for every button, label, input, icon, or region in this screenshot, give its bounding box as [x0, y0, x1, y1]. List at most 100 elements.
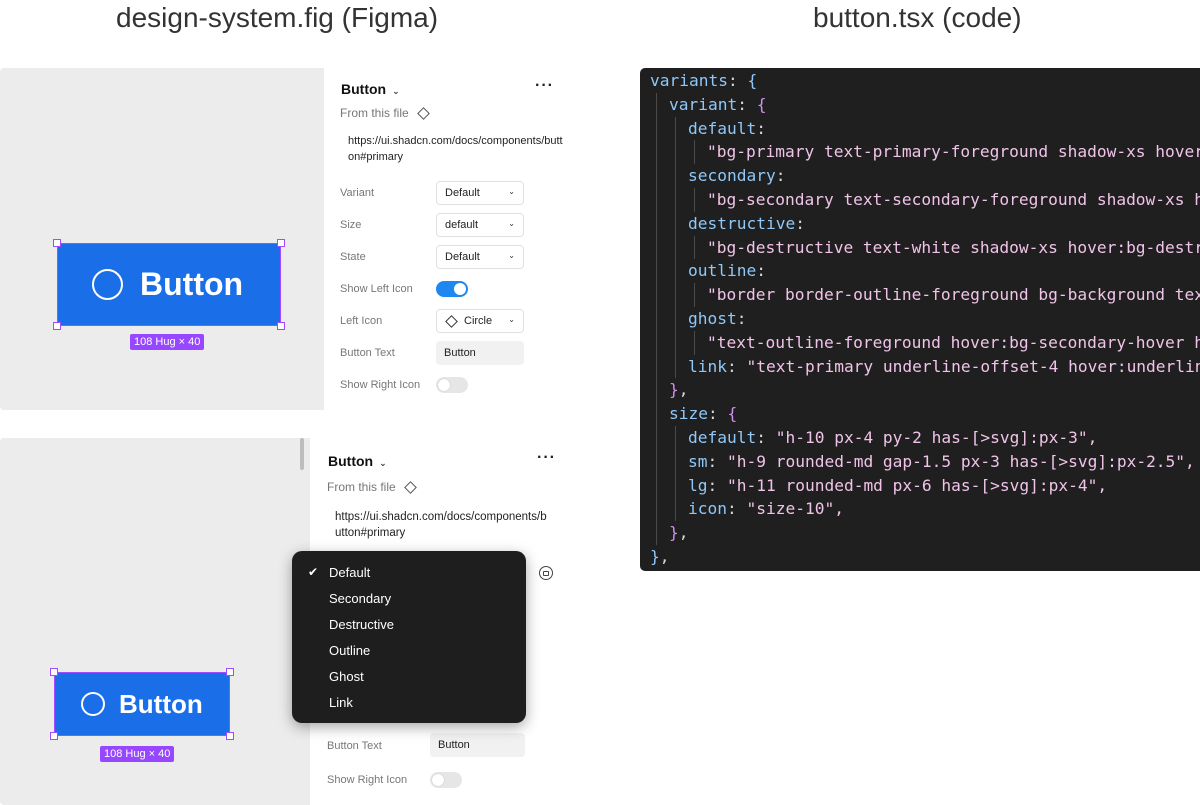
prop-label-button-text: Button Text — [327, 740, 382, 752]
code-key: destructive — [688, 213, 796, 233]
indent-guide — [675, 116, 676, 379]
code-key: sm — [688, 451, 708, 471]
canvas-button[interactable]: Button — [54, 672, 230, 736]
chevron-down-icon: ⌄ — [508, 251, 515, 260]
code-punct: : — [756, 261, 766, 281]
code-line: "bg-secondary text-secondary-foreground … — [707, 188, 1200, 212]
resize-handle[interactable] — [53, 239, 61, 247]
code-line: default: — [688, 117, 766, 141]
resize-handle[interactable] — [50, 668, 58, 676]
show-right-icon-toggle[interactable] — [436, 377, 468, 393]
code-key: size — [669, 404, 708, 424]
figma-heading: design-system.fig (Figma) — [116, 2, 439, 33]
left-icon-dropdown[interactable]: Circle ⌄ — [436, 309, 524, 333]
prop-label-state: State — [340, 251, 366, 263]
resize-handle[interactable] — [277, 322, 285, 330]
code-line: default: "h-10 px-4 py-2 has-[>svg]:px-3… — [688, 426, 1097, 450]
indent-guide — [694, 235, 695, 260]
properties-panel-top: Button ⌄ ··· From this file https://ui.sh… — [324, 68, 570, 410]
check-icon: ✔ — [308, 565, 319, 579]
dimension-tag: 108 Hug × 40 — [100, 746, 175, 762]
figma-canvas-top[interactable]: Button 108 Hug × 40 — [0, 68, 324, 410]
indent-guide — [675, 426, 676, 522]
figma-canvas-bottom[interactable]: Button 108 Hug × 40 — [0, 438, 310, 805]
dimension-tag: 108 Hug × 40 — [130, 334, 205, 350]
code-key: ghost — [688, 309, 737, 328]
resize-handle[interactable] — [226, 732, 234, 740]
code-editor[interactable]: variants: {variant: {default: "bg-primary… — [640, 68, 1200, 571]
variant-menu: ✔ Default Secondary Destructive Outline … — [292, 551, 526, 723]
menu-item-label: Outline — [329, 642, 371, 658]
button-text-field[interactable]: Button — [436, 341, 524, 365]
code-string: "h-10 px-4 py-2 has-[>svg]:px-3", — [775, 428, 1098, 447]
code-string: "bg-primary text-primary-foreground shad… — [707, 142, 1200, 162]
variant-value: Default — [445, 187, 480, 199]
menu-item-label: Link — [329, 694, 353, 710]
code-brace: } — [650, 547, 660, 566]
code-key: icon — [688, 499, 727, 519]
component-diamond-icon[interactable] — [416, 106, 430, 120]
button-text-field[interactable]: Button — [430, 733, 525, 757]
code-key: lg — [688, 475, 708, 495]
state-dropdown[interactable]: Default ⌄ — [436, 245, 524, 269]
toggle-knob — [454, 283, 466, 295]
detach-instance-icon[interactable] — [539, 566, 553, 580]
scrollbar[interactable] — [300, 438, 304, 470]
variant-dropdown[interactable]: Default ⌄ — [436, 181, 524, 205]
resize-handle[interactable] — [53, 322, 61, 330]
size-dropdown[interactable]: default ⌄ — [436, 213, 524, 237]
documentation-link[interactable]: https://ui.shadcn.com/docs/components/bu… — [348, 133, 563, 165]
prop-label-variant: Variant — [340, 187, 375, 199]
indent-guide — [694, 188, 695, 212]
menu-item-link[interactable]: Link — [292, 689, 526, 715]
show-left-icon-toggle[interactable] — [436, 281, 468, 297]
resize-handle[interactable] — [277, 239, 285, 247]
show-right-icon-toggle[interactable] — [430, 772, 462, 788]
component-diamond-icon[interactable] — [403, 480, 417, 494]
code-line: sm: "h-9 rounded-md gap-1.5 px-3 has-[>s… — [688, 450, 1195, 474]
menu-item-default[interactable]: ✔ Default — [292, 559, 526, 585]
indent-guide — [694, 330, 695, 355]
component-name[interactable]: Button ⌄ — [341, 81, 400, 97]
component-name-label: Button — [341, 81, 387, 97]
resize-handle[interactable] — [226, 668, 234, 676]
more-options-icon[interactable]: ··· — [535, 77, 554, 95]
code-string: "h-9 rounded-md gap-1.5 px-3 has-[>svg]:… — [727, 451, 1195, 471]
canvas-button-label: Button — [140, 266, 244, 302]
menu-item-label: Destructive — [329, 616, 395, 632]
prop-label-left-icon: Left Icon — [340, 315, 383, 327]
resize-handle[interactable] — [50, 732, 58, 740]
code-line: destructive: — [688, 212, 805, 236]
code-key: default — [688, 428, 757, 447]
circle-icon — [81, 692, 105, 716]
indent-guide — [694, 283, 695, 307]
menu-item-ghost[interactable]: Ghost — [292, 663, 526, 689]
code-string: "size-10", — [746, 499, 844, 519]
code-string: "text-primary underline-offset-4 hover:u… — [746, 356, 1200, 376]
canvas-button-label: Button — [119, 688, 203, 719]
code-brace: { — [756, 94, 767, 114]
menu-item-destructive[interactable]: Destructive — [292, 611, 526, 637]
documentation-link[interactable]: https://ui.shadcn.com/docs/components/bu… — [335, 509, 550, 541]
code-line: }, — [669, 378, 689, 402]
code-line: ghost: — [688, 307, 746, 331]
canvas-button[interactable]: Button — [57, 243, 281, 326]
menu-item-label: Ghost — [329, 668, 364, 684]
chevron-down-icon: ⌄ — [392, 86, 400, 96]
code-key: variant — [669, 94, 738, 114]
component-name[interactable]: Button ⌄ — [328, 453, 387, 469]
menu-item-secondary[interactable]: Secondary — [292, 585, 526, 611]
code-punct: : — [756, 428, 766, 447]
code-string: "h-11 rounded-md px-6 has-[>svg]:px-4", — [727, 475, 1108, 495]
more-options-icon[interactable]: ··· — [537, 449, 556, 467]
code-punct: : — [775, 166, 786, 186]
menu-item-outline[interactable]: Outline — [292, 637, 526, 663]
code-punct: : — [756, 118, 766, 138]
code-string: "text-outline-foreground hover:bg-second… — [707, 332, 1200, 352]
code-punct: : — [707, 475, 718, 495]
indent-guide — [694, 140, 695, 165]
code-line: "text-outline-foreground hover:bg-second… — [707, 331, 1200, 355]
